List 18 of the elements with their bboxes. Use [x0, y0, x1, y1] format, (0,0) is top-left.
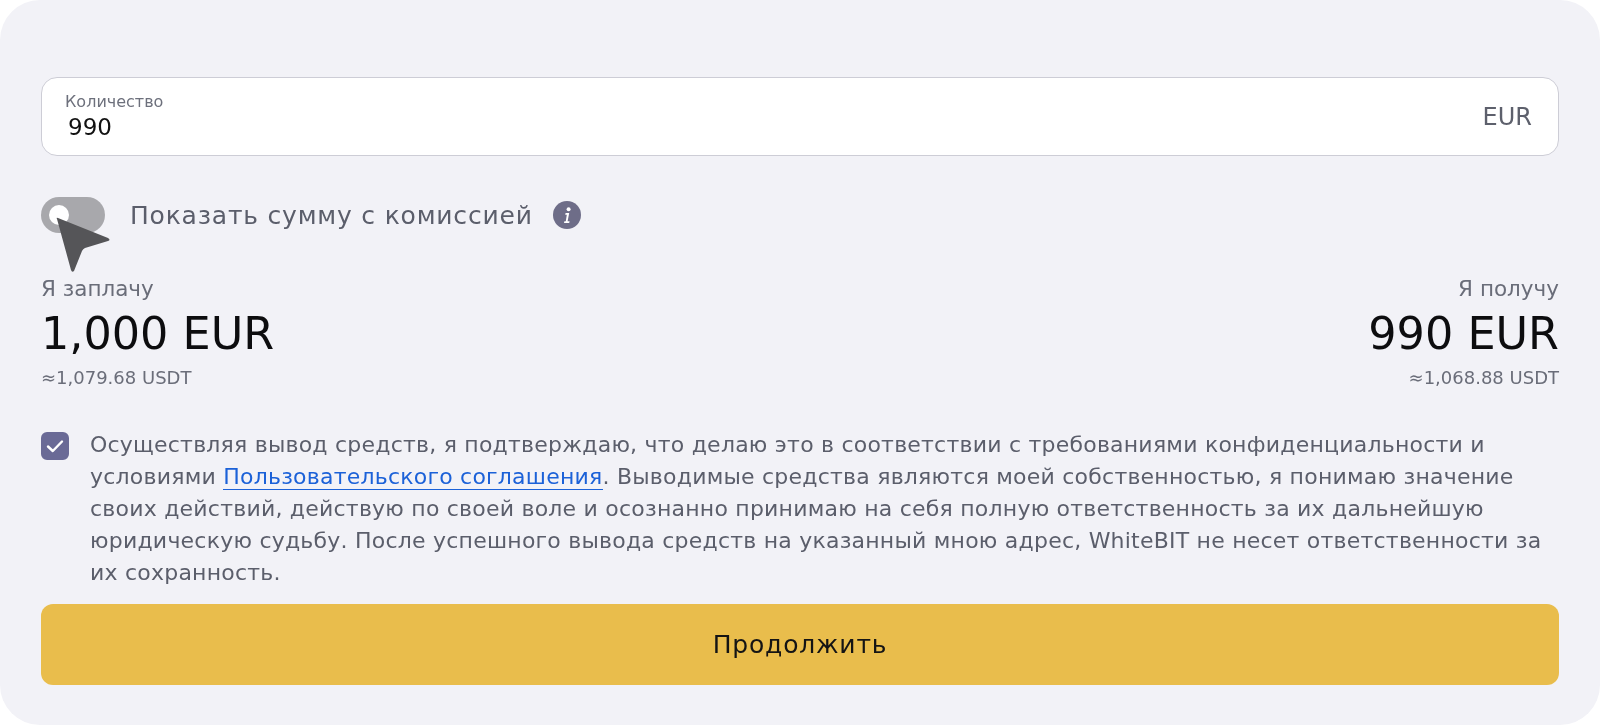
currency-label: EUR: [1482, 102, 1532, 131]
receive-equivalent: ≈1,068.88 USDT: [1408, 367, 1559, 389]
amount-field[interactable]: Количество 990 EUR: [41, 77, 1559, 156]
agreement-checkbox[interactable]: [41, 432, 69, 460]
toggle-label: Показать сумму с комиссией: [130, 200, 533, 230]
receive-amount: 990 EUR: [1368, 309, 1559, 359]
pay-amount: 1,000 EUR: [41, 309, 275, 359]
field-value: 990: [67, 113, 112, 141]
pay-label: Я заплачу: [41, 277, 154, 301]
info-icon[interactable]: [552, 201, 581, 229]
agreement-link[interactable]: Пользовательского соглашения: [223, 464, 603, 490]
receive-label: Я получу: [1458, 277, 1559, 301]
pay-equivalent: ≈1,079.68 USDT: [41, 367, 192, 389]
field-label: Количество: [65, 92, 164, 111]
continue-button[interactable]: Продолжить: [41, 604, 1559, 685]
check-icon: [46, 439, 64, 453]
agreement-text: Осуществляя вывод средств, я подтверждаю, что делаю это в соответствии с требованиями конфиденциальности и условиями Пользовательского соглашения. Выводимые средства являются моей собственностью, я понимаю значение своих действий, действую по своей воле и осознанно принимаю на себя полную ответственность за их дальнейшую юридическую судьбу. После успешного вывода средств на указанный мною адрес, WhiteBIT не несет ответственности за их сохранность.: [90, 431, 1543, 587]
cursor-icon: [55, 217, 111, 273]
